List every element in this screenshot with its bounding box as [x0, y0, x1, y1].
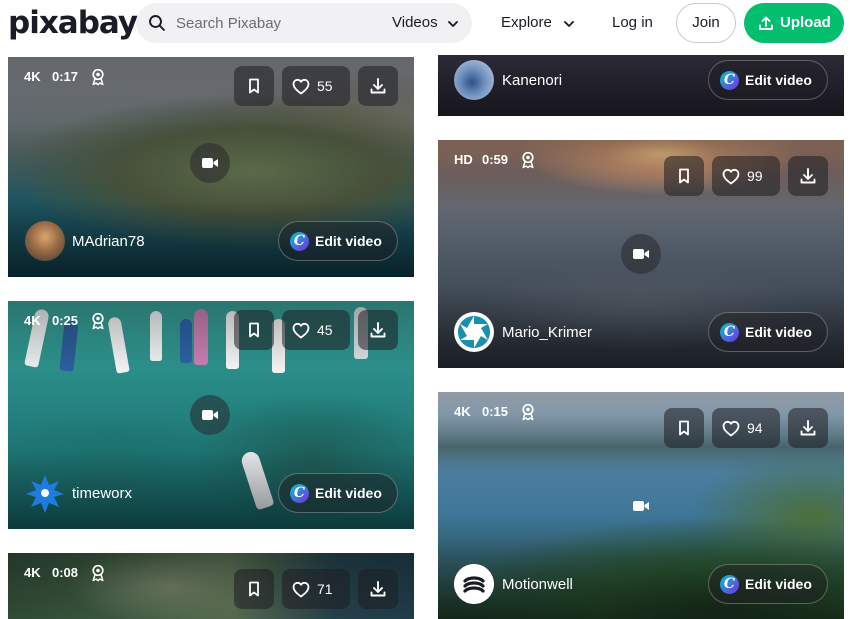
like-count: 99: [747, 168, 763, 184]
login-link[interactable]: Log in: [612, 14, 653, 31]
avatar[interactable]: [25, 473, 65, 513]
video-card[interactable]: 4K 0:17 55 MAdrian78 C Edit video: [8, 57, 414, 277]
search-type-dropdown[interactable]: Videos: [392, 14, 438, 31]
search-bar[interactable]: Search Pixabay Videos: [136, 3, 472, 43]
video-camera-icon: [190, 143, 230, 183]
award-icon: [520, 151, 536, 169]
download-button[interactable]: [788, 408, 828, 448]
like-button[interactable]: 94: [712, 408, 780, 448]
like-count: 55: [317, 78, 333, 94]
edit-video-button[interactable]: C Edit video: [278, 473, 398, 513]
duration-label: 0:59: [482, 152, 509, 167]
bookmark-button[interactable]: [664, 408, 704, 448]
edit-video-button[interactable]: C Edit video: [708, 60, 828, 100]
username[interactable]: Mario_Krimer: [502, 324, 592, 341]
quality-badge: HD: [454, 152, 473, 167]
award-icon: [520, 403, 536, 421]
bookmark-icon: [245, 580, 263, 598]
join-button[interactable]: Join: [676, 3, 736, 43]
bookmark-button[interactable]: [234, 66, 274, 106]
download-button[interactable]: [358, 310, 398, 350]
upload-button[interactable]: Upload: [744, 3, 844, 43]
bookmark-button[interactable]: [234, 310, 274, 350]
username[interactable]: Kanenori: [502, 72, 562, 89]
canva-icon: C: [720, 575, 739, 594]
search-icon: [149, 15, 165, 31]
canva-icon: C: [720, 71, 739, 90]
download-icon: [369, 77, 387, 95]
username[interactable]: timeworx: [72, 485, 132, 502]
duration-label: 0:08: [52, 565, 79, 580]
download-icon: [799, 167, 817, 185]
bookmark-icon: [675, 419, 693, 437]
like-button[interactable]: 71: [282, 569, 350, 609]
like-button[interactable]: 45: [282, 310, 350, 350]
video-camera-icon: [621, 486, 661, 526]
heart-icon: [722, 420, 740, 437]
video-card[interactable]: Kanenori C Edit video: [438, 55, 844, 116]
video-card[interactable]: HD 0:59 99 Mario_Krimer C Edit video: [438, 140, 844, 368]
bookmark-icon: [675, 167, 693, 185]
quality-badge: 4K: [24, 69, 41, 84]
heart-icon: [292, 581, 310, 598]
video-card[interactable]: 4K 0:15 94 Motionwell C Edit video: [438, 392, 844, 619]
explore-menu[interactable]: Explore: [501, 14, 552, 31]
download-button[interactable]: [358, 569, 398, 609]
bookmark-icon: [245, 77, 263, 95]
bookmark-icon: [245, 321, 263, 339]
avatar[interactable]: [25, 221, 65, 261]
award-icon: [90, 312, 106, 330]
download-button[interactable]: [358, 66, 398, 106]
download-icon: [369, 321, 387, 339]
edit-video-button[interactable]: C Edit video: [708, 564, 828, 604]
canva-icon: C: [290, 484, 309, 503]
avatar[interactable]: [454, 312, 494, 352]
chevron-down-icon[interactable]: [446, 17, 460, 31]
video-card[interactable]: 4K 0:25 45 timeworx C Edit video: [8, 301, 414, 529]
quality-badge: 4K: [24, 313, 41, 328]
heart-icon: [292, 322, 310, 339]
edit-video-button[interactable]: C Edit video: [278, 221, 398, 261]
username[interactable]: Motionwell: [502, 576, 573, 593]
duration-label: 0:15: [482, 404, 509, 419]
avatar[interactable]: [454, 60, 494, 100]
bookmark-button[interactable]: [664, 156, 704, 196]
upload-label: Upload: [780, 14, 831, 31]
video-camera-icon: [190, 395, 230, 435]
heart-icon: [292, 78, 310, 95]
download-icon: [369, 580, 387, 598]
duration-label: 0:25: [52, 313, 79, 328]
like-count: 71: [317, 581, 333, 597]
search-input[interactable]: Search Pixabay: [176, 15, 281, 32]
chevron-down-icon[interactable]: [562, 17, 576, 31]
pixabay-logo[interactable]: pixabay: [8, 6, 138, 40]
download-button[interactable]: [788, 156, 828, 196]
username[interactable]: MAdrian78: [72, 233, 145, 250]
edit-video-button[interactable]: C Edit video: [708, 312, 828, 352]
bookmark-button[interactable]: [234, 569, 274, 609]
award-icon: [90, 68, 106, 86]
top-header: pixabay Search Pixabay Videos Explore Lo…: [0, 0, 850, 50]
quality-badge: 4K: [454, 404, 471, 419]
award-icon: [90, 564, 106, 582]
heart-icon: [722, 168, 740, 185]
avatar[interactable]: [454, 564, 494, 604]
download-icon: [799, 419, 817, 437]
video-card[interactable]: 4K 0:08 71: [8, 553, 414, 619]
like-button[interactable]: 55: [282, 66, 350, 106]
canva-icon: C: [720, 323, 739, 342]
like-count: 94: [747, 420, 763, 436]
like-count: 45: [317, 322, 333, 338]
upload-icon: [759, 16, 773, 30]
canva-icon: C: [290, 232, 309, 251]
like-button[interactable]: 99: [712, 156, 780, 196]
video-camera-icon: [621, 234, 661, 274]
duration-label: 0:17: [52, 69, 79, 84]
quality-badge: 4K: [24, 565, 41, 580]
